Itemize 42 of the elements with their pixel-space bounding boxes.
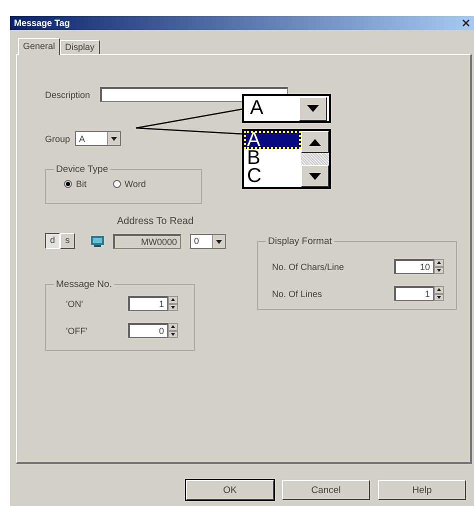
down-arrow-icon — [216, 240, 222, 244]
close-icon[interactable] — [462, 19, 470, 27]
list-item[interactable]: C — [244, 167, 301, 185]
address-field[interactable]: MW0000 — [113, 234, 181, 248]
up-arrow-icon — [437, 288, 441, 292]
group-title: Device Type — [55, 164, 110, 175]
radio-option[interactable]: Word — [112, 179, 146, 189]
toggle-button[interactable]: d — [45, 233, 60, 249]
up-arrow-icon — [309, 138, 321, 146]
down-arrow-icon — [171, 306, 175, 309]
down-arrow-icon — [437, 268, 441, 272]
window-title: Message Tag — [14, 18, 70, 28]
address-label: Address To Read — [117, 216, 195, 227]
group-label: Group — [45, 134, 72, 144]
monitor-icon[interactable] — [91, 236, 104, 246]
radio-option[interactable]: Bit — [64, 179, 87, 189]
dialog-button[interactable]: Cancel — [282, 480, 370, 500]
group-title: Message No. — [55, 279, 113, 290]
group-title: Display Format — [267, 236, 333, 247]
down-arrow-icon — [111, 137, 117, 141]
down-arrow-icon — [437, 296, 441, 299]
tab[interactable]: Display — [60, 40, 100, 54]
down-arrow-icon — [171, 332, 175, 336]
down-arrow-icon — [309, 172, 321, 180]
format-label: No. Of Chars/Line — [271, 262, 346, 272]
up-arrow-icon — [437, 261, 441, 264]
tab[interactable]: General — [18, 38, 60, 55]
message-label: 'OFF' — [65, 326, 88, 336]
list-item[interactable]: A — [244, 131, 301, 149]
up-arrow-icon — [171, 298, 175, 302]
list-item[interactable]: B — [244, 149, 301, 167]
format-label: No. Of Lines — [271, 288, 324, 298]
description-label: Description — [45, 90, 92, 100]
message-label: 'ON' — [65, 298, 84, 308]
down-arrow-icon — [307, 105, 319, 112]
dialog-button[interactable]: OK — [186, 480, 274, 500]
dialog-button[interactable]: Help — [378, 480, 466, 500]
group-dropdown[interactable]: A — [75, 131, 121, 146]
up-arrow-icon — [171, 325, 175, 328]
scrollbar[interactable] — [301, 131, 329, 187]
index-dropdown[interactable]: 0 — [190, 234, 226, 248]
toggle-button[interactable]: s — [60, 233, 75, 249]
